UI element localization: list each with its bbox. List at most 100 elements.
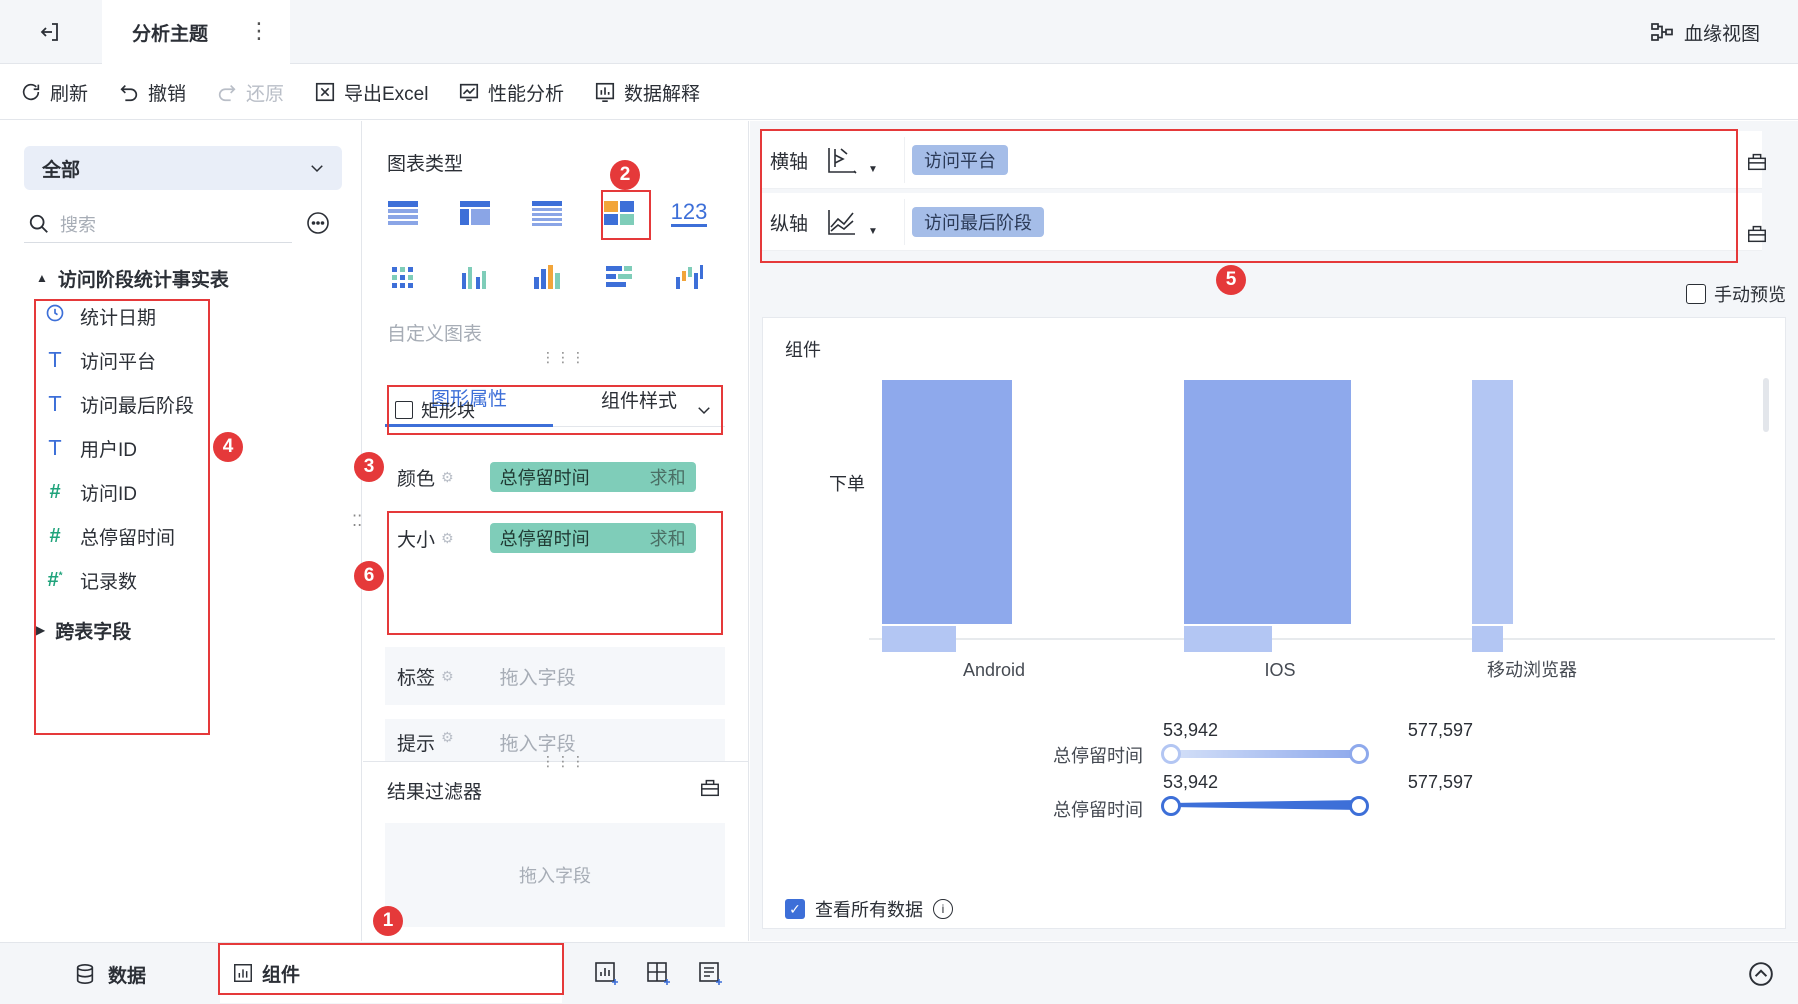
y-axis-settings-icon[interactable] — [1746, 223, 1768, 250]
undo-button[interactable]: 撤销 — [118, 64, 186, 120]
export-excel-button[interactable]: 导出Excel — [314, 64, 428, 120]
settings-gear-icon[interactable]: ⚙ — [441, 668, 454, 685]
x-category-label: 移动浏览器 — [1487, 660, 1577, 680]
treemap-block[interactable] — [882, 626, 956, 652]
tab-data[interactable]: 数据 — [74, 943, 146, 1004]
database-icon — [76, 964, 94, 984]
refresh-button[interactable]: 刷新 — [20, 64, 88, 120]
waterfall-chart-icon[interactable] — [669, 257, 709, 297]
detail-table-icon[interactable] — [527, 193, 567, 233]
redo-button[interactable]: 还原 — [216, 64, 284, 120]
filter-settings-icon[interactable] — [699, 777, 721, 804]
treemap-block[interactable] — [1184, 380, 1351, 624]
color-legend-title: 总停留时间 — [1053, 746, 1143, 766]
x-category-label: Android — [963, 660, 1025, 680]
view-all-data-label: 查看所有数据 — [815, 900, 923, 920]
highlight-box-5 — [760, 129, 1738, 263]
treemap-chart: 下单 Android IOS 移动浏览器 — [829, 380, 1775, 680]
table-chart-icon[interactable] — [383, 193, 423, 233]
color-field-name: 总停留时间 — [499, 468, 590, 488]
performance-analysis-button[interactable]: 性能分析 — [458, 64, 564, 120]
size-legend-handle-max[interactable] — [1349, 796, 1369, 816]
settings-gear-icon[interactable]: ⚙ — [441, 729, 454, 746]
exit-icon[interactable] — [38, 20, 62, 44]
treemap-block[interactable] — [1472, 380, 1513, 624]
lineage-icon — [1651, 23, 1673, 41]
scope-select[interactable]: 全部 — [24, 146, 342, 190]
filter-drop-zone[interactable]: 拖入字段 — [385, 823, 725, 927]
checkbox-checked-icon: ✓ — [785, 899, 805, 919]
manual-preview-label: 手动预览 — [1714, 285, 1786, 305]
badge-4: 4 — [213, 432, 243, 462]
view-all-data-toggle[interactable]: ✓ 查看所有数据 i — [785, 894, 953, 924]
color-channel[interactable]: 颜色 ⚙ 总停留时间 求和 — [385, 448, 725, 506]
refresh-icon — [22, 83, 40, 101]
horizontal-bar-icon[interactable] — [599, 257, 639, 297]
component-card: 组件 下单 Android IOS 移动浏览器 53,942 577,597 总停留… — [762, 317, 1786, 929]
add-table-icon[interactable] — [646, 961, 672, 992]
field-panel: 全部 搜索 ▲ 访问阶段统计事实表 统计日期 T 访问平台 T 访问最后阶段 T… — [0, 121, 362, 941]
size-legend-max: 577,597 — [1407, 772, 1473, 792]
size-legend-min: 53,942 — [1163, 772, 1219, 792]
export-label: 导出Excel — [344, 83, 429, 105]
badge-3: 3 — [354, 452, 384, 482]
more-options-icon[interactable] — [306, 211, 330, 235]
legend-area: 53,942 577,597 总停留时间 53,942 577,597 总停留时… — [1053, 720, 1473, 842]
data-explain-label: 数据解释 — [624, 83, 701, 105]
column-chart-icon[interactable] — [527, 257, 567, 297]
data-explain-button[interactable]: 数据解释 — [594, 64, 700, 120]
label-channel[interactable]: 标签 ⚙ 拖入字段 — [385, 647, 725, 705]
treemap-block[interactable] — [882, 380, 1012, 624]
info-icon[interactable]: i — [933, 899, 953, 919]
y-category-label: 下单 — [829, 474, 865, 494]
color-legend-bar — [1171, 750, 1359, 758]
chevron-down-icon — [311, 165, 323, 173]
drag-handle-icon[interactable]: ⋮⋮⋮ — [541, 349, 586, 366]
caret-down-icon: ▲ — [36, 271, 48, 285]
chart-types-title: 图表类型 — [387, 154, 464, 175]
color-legend-handle-min[interactable] — [1161, 744, 1181, 764]
grouped-bar-icon[interactable] — [455, 257, 495, 297]
badge-2: 2 — [610, 160, 640, 190]
drag-handle-icon[interactable]: ⋮⋮⋮ — [541, 753, 586, 770]
add-dashboard-icon[interactable] — [698, 961, 724, 992]
color-legend-min: 53,942 — [1163, 720, 1219, 740]
crosstab-chart-icon[interactable] — [455, 193, 495, 233]
canvas-panel: 横轴 ▼ 访问平台 纵轴 ▼ 访问最后阶段 5 手动预览 组件 下单 Andro… — [750, 121, 1798, 941]
tab-data-label: 数据 — [108, 965, 147, 987]
panel-splitter-handle[interactable]: ⁚⁚ — [352, 514, 362, 530]
top-bar: 分析主题 ⋮ 血缘视图 — [0, 0, 1798, 64]
lineage-view-button[interactable]: 血缘视图 — [1650, 0, 1760, 64]
badge-1: 1 — [373, 906, 403, 936]
treemap-block[interactable] — [1184, 626, 1272, 652]
highlight-box-2 — [601, 190, 651, 240]
kpi-number-icon[interactable]: 123 — [669, 193, 709, 233]
chart-config-panel: 图表类型 123 自定义图表 ⋮⋮⋮ 图形属性 组件样式 矩形块 颜色 ⚙ 总停… — [363, 121, 749, 941]
table-node[interactable]: ▲ 访问阶段统计事实表 — [36, 263, 229, 293]
tooltip-drop-placeholder: 拖入字段 — [499, 734, 576, 755]
lineage-label: 血缘视图 — [1683, 23, 1760, 45]
color-field-agg: 求和 — [649, 468, 686, 488]
manual-preview-toggle[interactable]: 手动预览 — [1686, 279, 1786, 309]
treemap-block[interactable] — [1472, 626, 1503, 652]
collapse-up-icon[interactable] — [1748, 961, 1774, 992]
add-component-icon[interactable] — [594, 961, 620, 992]
size-legend-title: 总停留时间 — [1053, 800, 1143, 820]
custom-chart-link[interactable]: 自定义图表 — [387, 319, 482, 346]
color-field-pill[interactable]: 总停留时间 求和 — [489, 462, 696, 492]
color-legend-handle-max[interactable] — [1349, 744, 1369, 764]
label-channel-label: 标签 — [397, 667, 436, 689]
toolbar: 刷新 撤销 还原 导出Excel 性能分析 数据解释 — [0, 64, 1798, 120]
color-label: 颜色 — [397, 468, 436, 490]
scatter-chart-icon[interactable] — [383, 257, 423, 297]
x-axis-settings-icon[interactable] — [1746, 151, 1768, 178]
more-vertical-icon[interactable]: ⋮ — [248, 18, 270, 44]
bottom-bar: 数据 组件 — [0, 942, 1798, 1004]
search-field[interactable]: 搜索 — [24, 205, 292, 243]
size-legend-handle-min[interactable] — [1161, 796, 1181, 816]
kpi-number-text: 123 — [670, 199, 708, 227]
highlight-box-1 — [218, 943, 564, 995]
settings-gear-icon[interactable]: ⚙ — [441, 469, 454, 486]
tab-title: 分析主题 — [132, 23, 209, 45]
checkbox-unchecked-icon — [1686, 284, 1706, 304]
